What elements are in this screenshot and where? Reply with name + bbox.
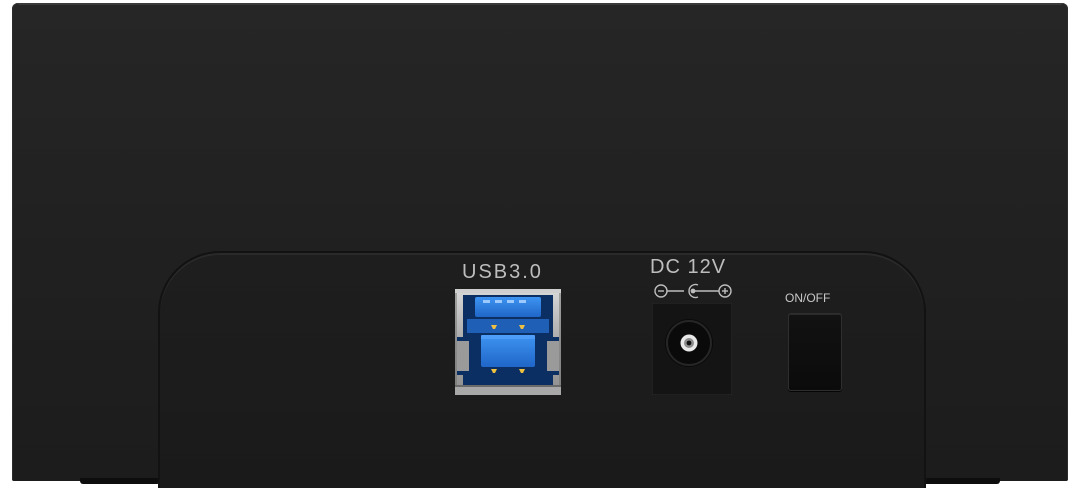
left-foot (80, 478, 160, 484)
product-image: USB3.0 DC 12V ON/OFF (0, 0, 1080, 488)
device-top-edge (18, 3, 1062, 5)
usb-port-icon[interactable] (455, 289, 561, 395)
polarity-icon (654, 283, 732, 299)
power-switch-label: ON/OFF (785, 291, 831, 305)
dc-voltage-label: DC 12V (650, 256, 727, 278)
dc-jack-icon[interactable] (652, 303, 732, 395)
usb-label: USB3.0 (462, 261, 543, 283)
right-foot (920, 478, 1000, 484)
power-switch-icon[interactable] (788, 313, 842, 391)
